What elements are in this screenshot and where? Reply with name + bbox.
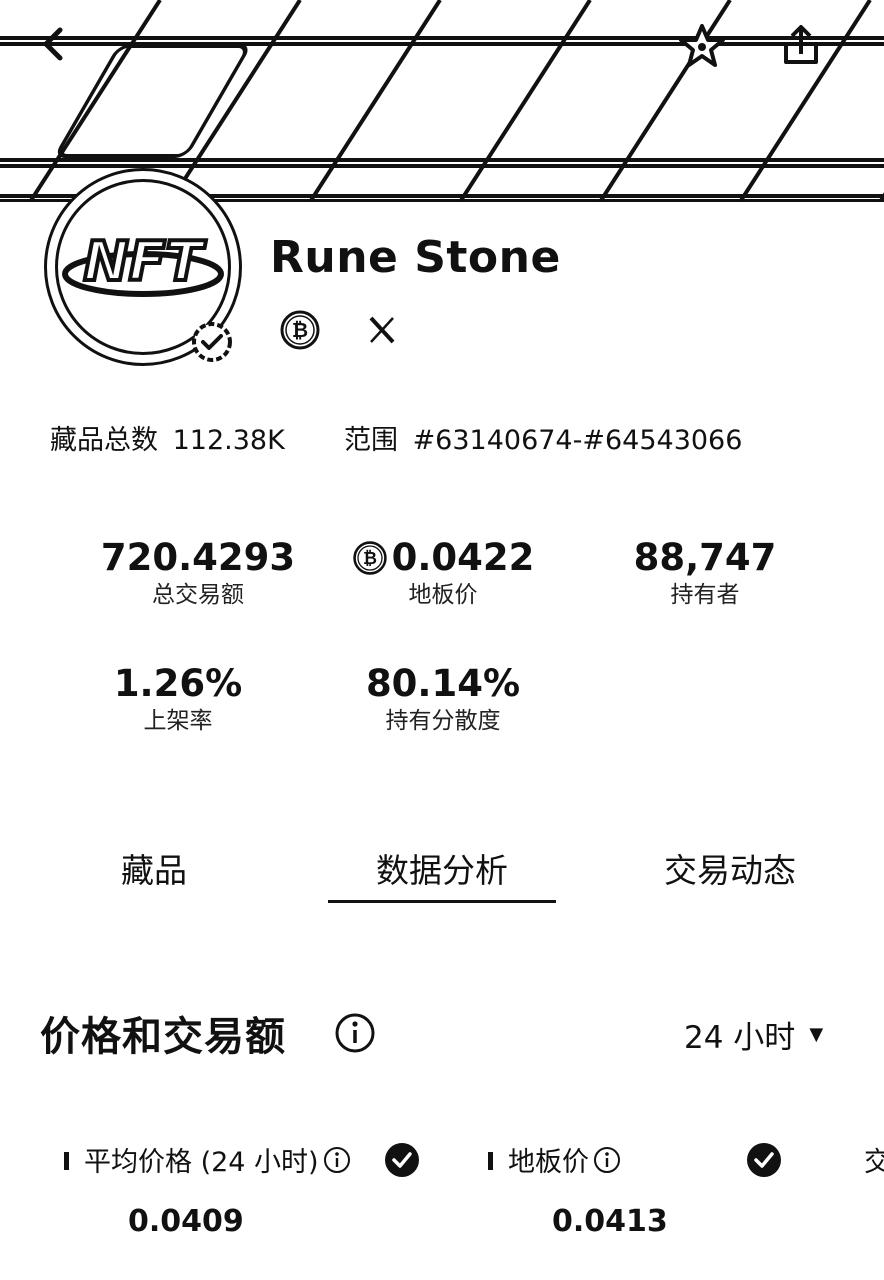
- share-icon: [784, 25, 818, 64]
- stat-value: 88,747: [633, 536, 777, 579]
- series-marker: [488, 1152, 493, 1170]
- metric-volume: 交: [860, 1138, 884, 1278]
- active-tab-indicator: [328, 900, 556, 903]
- metric-value: 0.0409: [128, 1204, 244, 1239]
- time-range-dropdown[interactable]: 24 小时 ▼: [684, 1012, 823, 1057]
- checked-icon[interactable]: [746, 1142, 782, 1178]
- tab-analytics[interactable]: 数据分析: [328, 844, 556, 892]
- stat-value: 720.4293: [100, 536, 296, 579]
- metric-floor-price: 地板价 0.0413: [484, 1138, 794, 1278]
- metric-label: 交: [864, 1147, 884, 1178]
- info-icon[interactable]: [593, 1146, 621, 1174]
- bitcoin-icon: ₿: [352, 541, 387, 575]
- stat-listed-rate: 1.26% 上架率: [90, 662, 266, 736]
- info-icon[interactable]: [323, 1146, 351, 1174]
- share-button[interactable]: [778, 22, 834, 78]
- total-items-value: 112.38K: [172, 425, 285, 456]
- bitcoin-icon: ₿: [280, 310, 320, 350]
- back-button[interactable]: [34, 24, 90, 80]
- tab-items[interactable]: 藏品: [104, 844, 204, 892]
- stat-label: 持有者: [670, 582, 740, 608]
- collection-title: Rune Stone: [270, 232, 561, 283]
- metric-avg-price: 平均价格 (24 小时) 0.0409: [60, 1138, 426, 1278]
- metric-label: 地板价: [508, 1147, 589, 1178]
- range-label: 范围: [343, 425, 398, 456]
- svg-text:₿: ₿: [363, 549, 377, 569]
- metric-value: 0.0413: [552, 1204, 668, 1239]
- stat-value: 80.14%: [365, 662, 521, 705]
- stat-label: 持有分散度: [385, 708, 501, 734]
- star-icon: [679, 24, 725, 67]
- bitcoin-link[interactable]: ₿: [278, 308, 322, 352]
- x-link[interactable]: [360, 308, 404, 352]
- caret-down-icon: ▼: [809, 1024, 824, 1045]
- x-icon: [369, 316, 395, 344]
- time-range-value: 24 小时: [684, 1020, 796, 1056]
- section-title: 价格和交易额: [40, 1014, 286, 1060]
- tab-activity[interactable]: 交易动态: [640, 844, 820, 892]
- checked-icon[interactable]: [384, 1142, 420, 1178]
- info-icon[interactable]: [334, 1012, 376, 1054]
- stat-label: 上架率: [143, 708, 213, 734]
- verified-badge-icon: [188, 318, 236, 366]
- stat-total-volume: 720.4293 总交易额: [90, 536, 306, 610]
- favorite-button[interactable]: [678, 22, 734, 78]
- stat-label: 地板价: [408, 582, 478, 608]
- stat-floor-price: ₿ 0.0422 地板价: [340, 536, 546, 610]
- series-marker: [64, 1152, 69, 1170]
- collection-meta: 藏品总数 112.38K 范围 #63140674-#64543066: [50, 418, 748, 457]
- stat-value: 1.26%: [113, 662, 243, 705]
- stat-holder-distribution: 80.14% 持有分散度: [340, 662, 546, 736]
- metric-label: 平均价格 (24 小时): [84, 1147, 319, 1178]
- range-value: #63140674-#64543066: [412, 425, 743, 456]
- avatar-text: NFT: [84, 230, 207, 293]
- stat-holders: 88,747 持有者: [600, 536, 810, 610]
- stat-value-row: ₿ 0.0422: [340, 536, 546, 580]
- chevron-left-icon: [43, 27, 63, 61]
- stat-value: 0.0422: [391, 536, 535, 579]
- svg-text:₿: ₿: [292, 318, 308, 342]
- metric-label-row: 平均价格 (24 小时): [84, 1140, 351, 1179]
- stat-label: 总交易额: [152, 582, 244, 608]
- metric-label-row: 地板价: [508, 1140, 621, 1179]
- total-items-label: 藏品总数: [50, 425, 158, 456]
